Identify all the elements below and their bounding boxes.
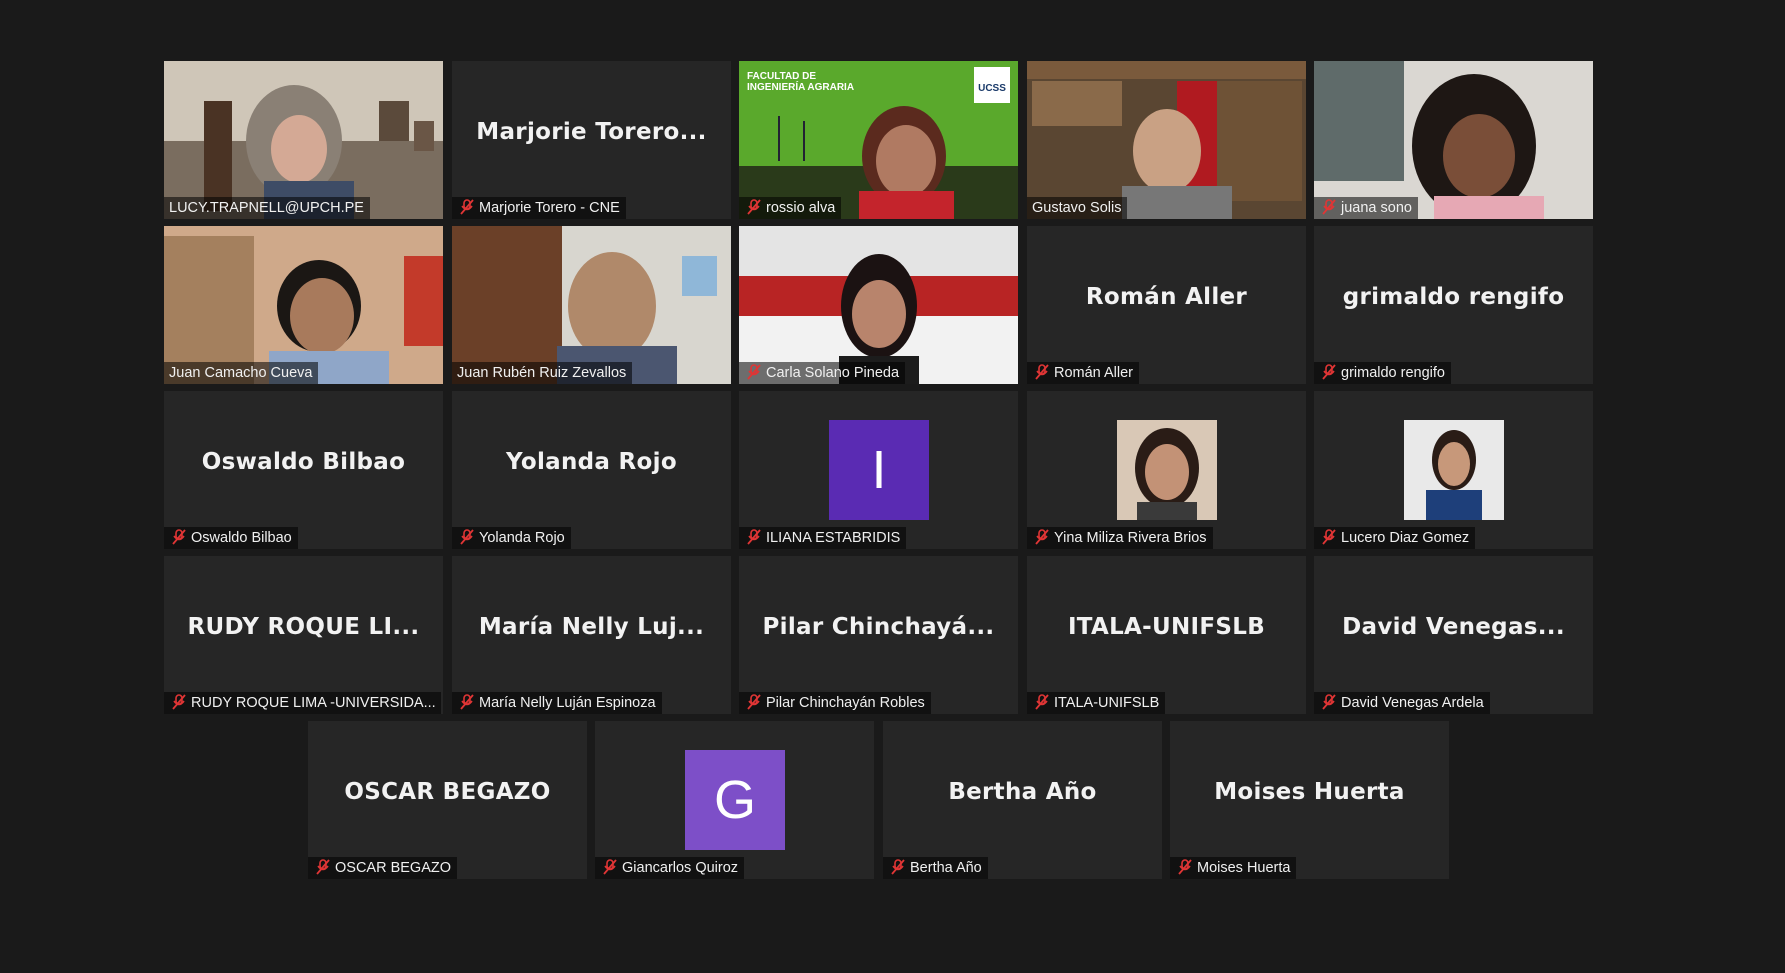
- participant-name-label: Gustavo Solis: [1027, 197, 1128, 219]
- participant-tile-bertha[interactable]: Bertha Año Bertha Año: [883, 721, 1162, 879]
- participant-name-label: Juan Rubén Ruiz Zevallos: [452, 362, 633, 384]
- participant-profile-picture: [1117, 420, 1217, 520]
- participant-name-label: Yina Miliza Rivera Brios: [1027, 527, 1213, 549]
- participant-name-label: ITALA-UNIFSLB: [1027, 692, 1166, 714]
- participant-display-name: Bertha Año: [948, 779, 1097, 805]
- participant-name-label: grimaldo rengifo: [1314, 362, 1451, 384]
- participant-display-name: RUDY ROQUE LI...: [187, 614, 420, 640]
- participant-display-name: María Nelly Luj...: [478, 614, 705, 640]
- muted-mic-icon: [747, 529, 761, 545]
- participant-video: [164, 226, 443, 384]
- participant-avatar: I: [829, 420, 929, 520]
- participant-tile-oscar[interactable]: OSCAR BEGAZO OSCAR BEGAZO: [308, 721, 587, 879]
- muted-mic-icon: [603, 859, 617, 875]
- participant-tile-moises[interactable]: Moises Huerta Moises Huerta: [1170, 721, 1449, 879]
- participant-name-label: Marjorie Torero - CNE: [452, 197, 626, 219]
- participant-tile-iliana[interactable]: I ILIANA ESTABRIDIS: [739, 391, 1018, 549]
- participant-name-label: Bertha Año: [883, 857, 988, 879]
- participant-name-label: David Venegas Ardela: [1314, 692, 1490, 714]
- participant-tile-gustavo[interactable]: Gustavo Solis: [1027, 61, 1306, 219]
- participant-tile-grimaldo[interactable]: grimaldo rengifo grimaldo rengifo: [1314, 226, 1593, 384]
- muted-mic-icon: [172, 529, 186, 545]
- muted-mic-icon: [1322, 694, 1336, 710]
- muted-mic-icon: [747, 364, 761, 380]
- university-logo: UCSS: [978, 83, 1006, 94]
- participant-avatar: G: [685, 750, 785, 850]
- participant-display-name: OSCAR BEGAZO: [344, 779, 551, 805]
- muted-mic-icon: [891, 859, 905, 875]
- participant-tile-juana[interactable]: juana sono: [1314, 61, 1593, 219]
- muted-mic-icon: [1035, 364, 1049, 380]
- participant-name-label: Yolanda Rojo: [452, 527, 571, 549]
- participant-display-name: Marjorie Torero...: [476, 119, 707, 145]
- participant-profile-picture: [1404, 420, 1504, 520]
- muted-mic-icon: [747, 694, 761, 710]
- participant-tile-roman[interactable]: Román Aller Román Aller: [1027, 226, 1306, 384]
- participant-tile-marjorie[interactable]: Marjorie Torero... Marjorie Torero - CNE: [452, 61, 731, 219]
- participant-name-label: Oswaldo Bilbao: [164, 527, 298, 549]
- participant-name-label: Pilar Chinchayán Robles: [739, 692, 931, 714]
- muted-mic-icon: [747, 199, 761, 215]
- participant-tile-lucy[interactable]: LUCY.TRAPNELL@UPCH.PE: [164, 61, 443, 219]
- gallery-view: LUCY.TRAPNELL@UPCH.PE Marjorie Torero...…: [0, 0, 1785, 973]
- participant-name-label: juana sono: [1314, 197, 1418, 219]
- participant-tile-yolanda[interactable]: Yolanda Rojo Yolanda Rojo: [452, 391, 731, 549]
- participant-video: [1027, 61, 1306, 219]
- participant-display-name: Moises Huerta: [1214, 779, 1405, 805]
- participant-tile-juanruben-active-speaker[interactable]: Juan Rubén Ruiz Zevallos: [452, 226, 731, 384]
- muted-mic-icon: [1035, 694, 1049, 710]
- muted-mic-icon: [1322, 529, 1336, 545]
- participant-tile-david[interactable]: David Venegas... David Venegas Ardela: [1314, 556, 1593, 714]
- muted-mic-icon: [316, 859, 330, 875]
- participant-tile-oswaldo[interactable]: Oswaldo Bilbao Oswaldo Bilbao: [164, 391, 443, 549]
- participant-name-label: María Nelly Luján Espinoza: [452, 692, 662, 714]
- participant-tile-yina[interactable]: Yina Miliza Rivera Brios: [1027, 391, 1306, 549]
- participant-display-name: grimaldo rengifo: [1342, 284, 1565, 310]
- participant-tile-rossio[interactable]: FACULTAD DE INGENIERÍA AGRARIA UCSS rossi…: [739, 61, 1018, 219]
- participant-tile-pilar[interactable]: Pilar Chinchayá... Pilar Chinchayán Robl…: [739, 556, 1018, 714]
- participant-tile-maria[interactable]: María Nelly Luj... María Nelly Luján Esp…: [452, 556, 731, 714]
- participant-display-name: David Venegas...: [1342, 614, 1565, 640]
- muted-mic-icon: [1322, 199, 1336, 215]
- participant-name-label: Román Aller: [1027, 362, 1139, 384]
- participant-name-label: Carla Solano Pineda: [739, 362, 906, 384]
- participant-name-label: LUCY.TRAPNELL@UPCH.PE: [164, 197, 370, 219]
- participant-name-label: OSCAR BEGAZO: [308, 857, 458, 879]
- participant-name-label: Giancarlos Quiroz: [595, 857, 745, 879]
- participant-display-name: Román Aller: [1085, 284, 1248, 310]
- participant-display-name: Pilar Chinchayá...: [762, 614, 995, 640]
- participant-display-name: Yolanda Rojo: [506, 449, 677, 475]
- participant-tile-giancarlos[interactable]: G Giancarlos Quiroz: [595, 721, 874, 879]
- participant-name-label: Moises Huerta: [1170, 857, 1297, 879]
- participant-tile-lucero[interactable]: Lucero Diaz Gomez: [1314, 391, 1593, 549]
- participant-tile-juancamacho[interactable]: Juan Camacho Cueva: [164, 226, 443, 384]
- participant-video: [739, 226, 1018, 384]
- banner-text: FACULTAD DE INGENIERÍA AGRARIA: [747, 71, 855, 93]
- muted-mic-icon: [172, 694, 186, 710]
- participant-video: [452, 226, 731, 384]
- muted-mic-icon: [1178, 859, 1192, 875]
- participant-display-name: ITALA-UNIFSLB: [1067, 614, 1266, 640]
- participant-name-label: Juan Camacho Cueva: [164, 362, 319, 384]
- participant-name-label: ILIANA ESTABRIDIS: [739, 527, 907, 549]
- participant-video: [1314, 61, 1593, 219]
- participant-name-label: rossio alva: [739, 197, 842, 219]
- participant-name-label: Lucero Diaz Gomez: [1314, 527, 1476, 549]
- participant-name-label: RUDY ROQUE LIMA -UNIVERSIDA...: [164, 692, 441, 714]
- muted-mic-icon: [460, 694, 474, 710]
- participant-tile-itala[interactable]: ITALA-UNIFSLB ITALA-UNIFSLB: [1027, 556, 1306, 714]
- muted-mic-icon: [1035, 529, 1049, 545]
- participant-display-name: Oswaldo Bilbao: [201, 449, 406, 475]
- participant-tile-rudy[interactable]: RUDY ROQUE LI... RUDY ROQUE LIMA -UNIVER…: [164, 556, 443, 714]
- participant-tile-carla[interactable]: Carla Solano Pineda: [739, 226, 1018, 384]
- muted-mic-icon: [460, 199, 474, 215]
- muted-mic-icon: [1322, 364, 1336, 380]
- muted-mic-icon: [460, 529, 474, 545]
- participant-video: [164, 61, 443, 219]
